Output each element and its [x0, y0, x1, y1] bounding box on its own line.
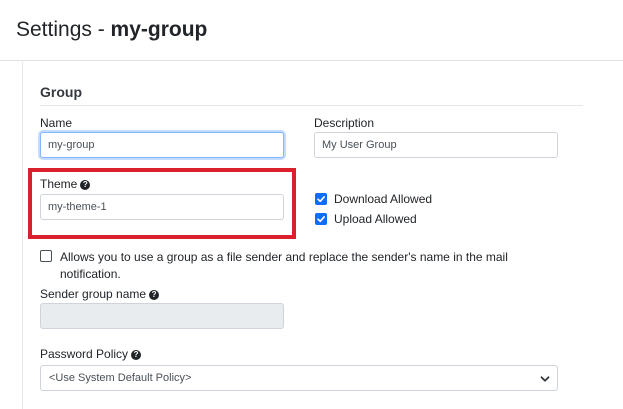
section-heading-group: Group: [40, 84, 82, 100]
chevron-down-icon: [540, 376, 550, 382]
description-input[interactable]: My User Group: [314, 132, 558, 158]
question-circle-icon[interactable]: ?: [131, 349, 142, 360]
file-sender-checkbox[interactable]: [40, 250, 52, 262]
upload-allowed-checkbox[interactable]: [315, 213, 327, 225]
page-header: Settings - my-group: [0, 0, 623, 61]
file-sender-label-line2: notification.: [60, 267, 121, 281]
sender-group-name-input: [40, 303, 284, 329]
password-policy-selected-value: <Use System Default Policy>: [49, 372, 192, 384]
upload-allowed-label: Upload Allowed: [334, 212, 417, 226]
name-input[interactable]: my-group: [40, 132, 284, 158]
theme-input[interactable]: my-theme-1: [40, 194, 284, 220]
name-label: Name: [40, 116, 73, 130]
theme-label-text: Theme: [40, 177, 78, 191]
password-policy-label-text: Password Policy: [40, 347, 129, 361]
page-title-group-name: my-group: [110, 18, 208, 41]
description-label: Description: [314, 116, 375, 130]
password-policy-select[interactable]: <Use System Default Policy>: [40, 365, 558, 391]
page-title-prefix: Settings -: [16, 18, 111, 41]
download-allowed-checkbox[interactable]: [315, 193, 327, 205]
checkmark-icon: [317, 196, 325, 203]
question-circle-icon[interactable]: ?: [149, 289, 160, 300]
checkmark-icon: [317, 216, 325, 223]
download-allowed-label: Download Allowed: [334, 192, 433, 206]
theme-label: Theme?: [40, 177, 91, 191]
question-circle-icon[interactable]: ?: [80, 179, 91, 190]
page-title: Settings - my-group: [16, 18, 207, 42]
sender-group-name-label-text: Sender group name: [40, 287, 147, 301]
password-policy-label: Password Policy?: [40, 347, 142, 361]
file-sender-label-line1: Allows you to use a group as a file send…: [60, 250, 508, 264]
sender-group-name-label: Sender group name?: [40, 287, 160, 301]
section-divider: [40, 105, 583, 106]
